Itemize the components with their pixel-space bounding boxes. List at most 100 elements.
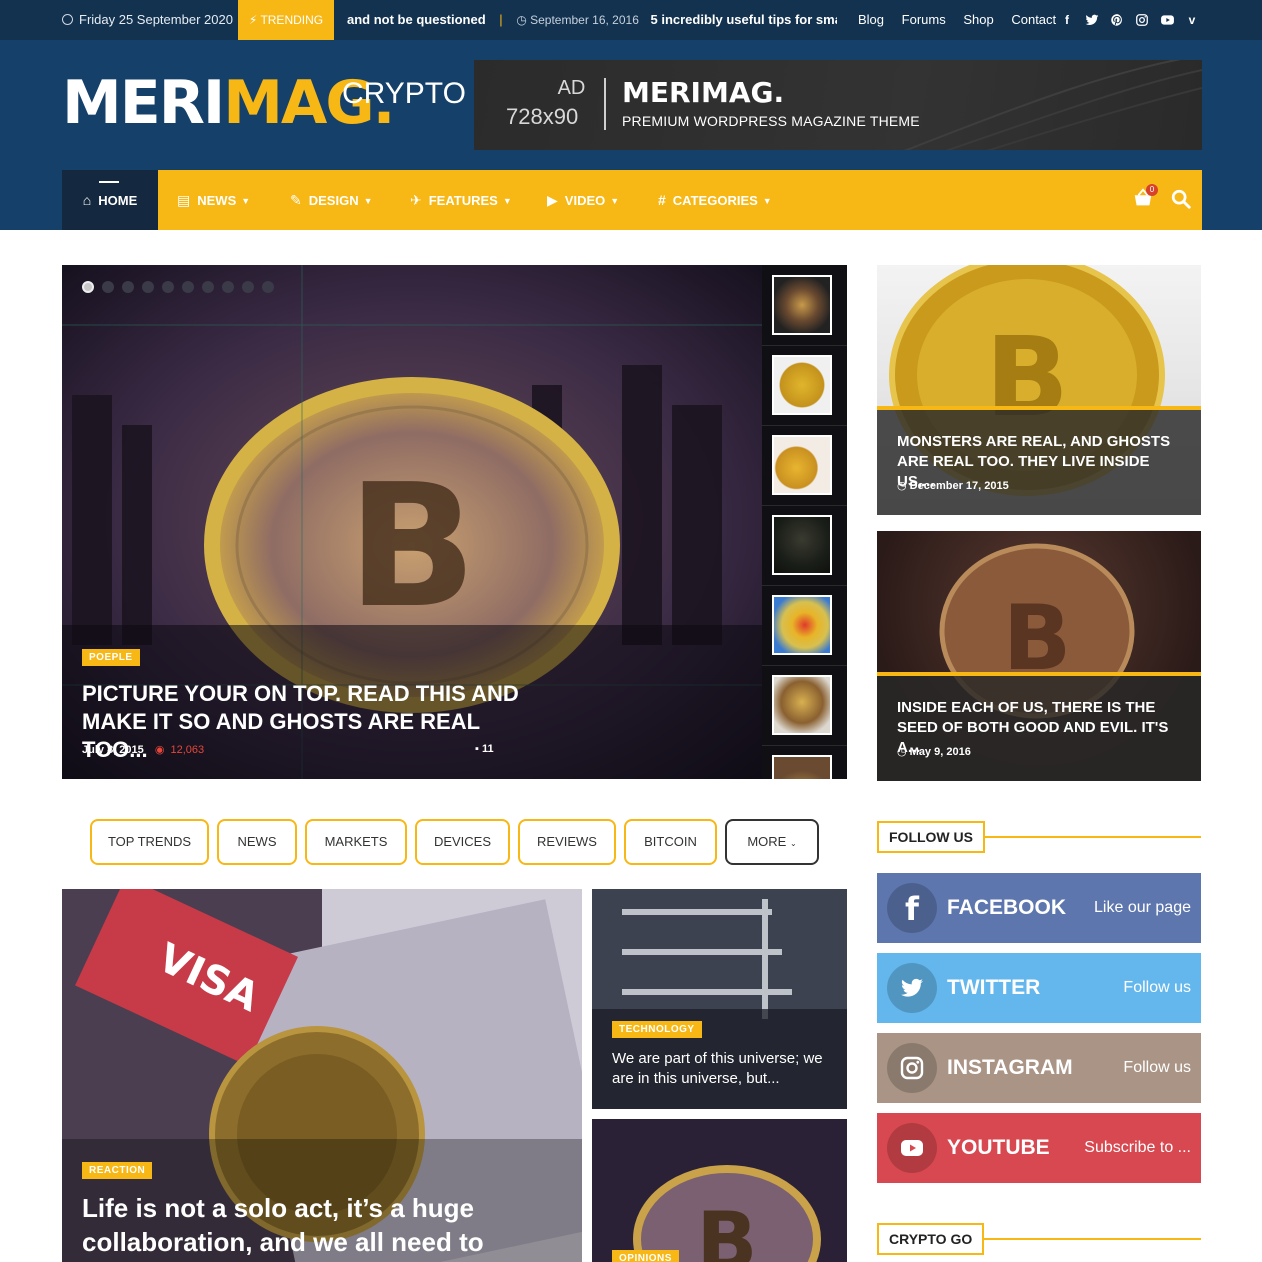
- svg-text:B: B: [347, 448, 477, 646]
- ticker-item[interactable]: and not be questioned: [347, 12, 486, 27]
- trending-ticker: and not be questioned | ◷ September 16, …: [347, 0, 837, 40]
- nav-home[interactable]: ⌂ Home: [62, 170, 158, 230]
- site-logo[interactable]: MERIMAG. CRYPTO: [62, 73, 466, 133]
- social-youtube[interactable]: Youtube Subscribe to ...: [877, 1113, 1201, 1183]
- cart-button[interactable]: 0: [1132, 184, 1158, 209]
- eye-icon: ◉: [154, 744, 165, 756]
- slide-thumbnail[interactable]: [772, 515, 832, 575]
- trending-badge: ⚡ Trending: [238, 0, 334, 40]
- youtube-icon[interactable]: [1160, 13, 1174, 27]
- twitter-icon: [901, 978, 923, 997]
- instagram-icon: [900, 1056, 924, 1080]
- ad-background-curves: [904, 60, 1202, 150]
- slider-dot[interactable]: [202, 281, 214, 293]
- clock-icon: [62, 14, 73, 25]
- chevron-down-icon: ▼: [762, 196, 772, 206]
- top-link-shop[interactable]: Shop: [963, 12, 993, 27]
- home-icon: ⌂: [82, 192, 92, 208]
- facebook-icon[interactable]: f: [1060, 13, 1074, 27]
- chevron-down-icon: ▼: [502, 196, 512, 206]
- filter-reviews[interactable]: Reviews: [518, 819, 616, 865]
- grid-post-small[interactable]: Technology We are part of this universe;…: [592, 889, 847, 1109]
- slider-thumbnails: [762, 265, 847, 779]
- slide-thumbnail[interactable]: [772, 435, 832, 495]
- slide-thumbnail[interactable]: [772, 275, 832, 335]
- clock-icon: ◷: [516, 13, 531, 27]
- widget-title-follow: Follow us: [877, 821, 1201, 853]
- social-facebook[interactable]: f Facebook Like our page: [877, 873, 1201, 943]
- ad-banner[interactable]: AD 728x90 MERIMAG. PREMIUM WORDPRESS MAG…: [474, 60, 1202, 150]
- slider-dot[interactable]: [222, 281, 234, 293]
- top-link-forums[interactable]: Forums: [902, 12, 946, 27]
- slider-dot[interactable]: [182, 281, 194, 293]
- newspaper-icon: ▤: [177, 192, 191, 208]
- svg-text:f: f: [905, 890, 920, 928]
- featured-card[interactable]: B INSIDE EACH OF US, THERE IS THE SEED O…: [877, 531, 1201, 781]
- hero-comments[interactable]: ▪ 11: [475, 743, 494, 755]
- pinterest-icon[interactable]: [1110, 13, 1124, 27]
- post-title[interactable]: We are part of this universe; we are in …: [612, 1049, 827, 1089]
- magic-wand-icon: ✎: [290, 192, 302, 208]
- slider-dot[interactable]: [122, 281, 134, 293]
- chevron-down-icon: ⌄: [789, 839, 797, 848]
- grid-post-small[interactable]: B Opinions: [592, 1119, 847, 1262]
- top-social-icons: f v: [1060, 0, 1199, 40]
- post-caption: Reaction Life is not a solo act, it’s a …: [82, 1160, 562, 1259]
- slider-dot[interactable]: [102, 281, 114, 293]
- bolt-icon: ⚡: [248, 13, 258, 27]
- slider-dot[interactable]: [262, 281, 274, 293]
- post-title[interactable]: Life is not a solo act, it’s a huge coll…: [82, 1191, 562, 1259]
- social-instagram[interactable]: Instagram Follow us: [877, 1033, 1201, 1103]
- nav-features[interactable]: ✈ Features ▼: [410, 170, 512, 230]
- slider-dots: [82, 281, 274, 293]
- slide-thumbnail[interactable]: [772, 755, 832, 779]
- comment-icon: ▪: [475, 743, 479, 755]
- nav-video[interactable]: ▶ Video ▼: [547, 170, 619, 230]
- ticker-item[interactable]: 5 incredibly useful tips for small busi: [651, 12, 838, 27]
- filter-more[interactable]: More ⌄: [725, 819, 819, 865]
- top-link-blog[interactable]: Blog: [858, 12, 884, 27]
- slider-dot[interactable]: [162, 281, 174, 293]
- main-nav: ⌂ Home ▤ News ▼ ✎ Design ▼ ✈ Features ▼ ▶ Video ▼…: [62, 170, 1202, 230]
- cart-count-badge: 0: [1146, 184, 1158, 196]
- vimeo-icon[interactable]: v: [1185, 13, 1199, 27]
- filter-markets[interactable]: Markets: [305, 819, 407, 865]
- filter-devices[interactable]: Devices: [415, 819, 510, 865]
- grid-post-large[interactable]: VISA Reaction Life is not a solo act, it…: [62, 889, 582, 1262]
- logo-suffix: CRYPTO: [342, 77, 466, 110]
- top-links: Blog Forums Shop Contact: [858, 0, 1070, 40]
- ad-label: AD: [557, 77, 586, 99]
- filter-news[interactable]: News: [217, 819, 297, 865]
- slider-dot[interactable]: [142, 281, 154, 293]
- current-date: Friday 25 September 2020: [62, 0, 233, 40]
- search-icon: [1171, 189, 1191, 209]
- slider-dot[interactable]: [242, 281, 254, 293]
- top-link-contact[interactable]: Contact: [1011, 12, 1056, 27]
- rocket-icon: ✈: [410, 192, 422, 208]
- slide-thumbnail[interactable]: [772, 675, 832, 735]
- featured-card[interactable]: B MONSTERS ARE REAL, AND GHOSTS ARE REAL…: [877, 265, 1201, 515]
- nav-categories[interactable]: # Categories ▼: [658, 170, 772, 230]
- post-category-tag[interactable]: Technology: [612, 1021, 702, 1038]
- hero-category-tag[interactable]: Poeple: [82, 649, 140, 666]
- nav-design[interactable]: ✎ Design ▼: [290, 170, 373, 230]
- search-button[interactable]: [1170, 188, 1192, 210]
- social-twitter[interactable]: Twitter Follow us: [877, 953, 1201, 1023]
- youtube-icon: [901, 1140, 923, 1156]
- slider-dot[interactable]: [82, 281, 94, 293]
- nav-news[interactable]: ▤ News ▼: [177, 170, 250, 230]
- svg-text:B: B: [697, 1195, 758, 1262]
- twitter-icon[interactable]: [1085, 13, 1099, 27]
- slide-thumbnail[interactable]: [772, 595, 832, 655]
- ad-size: 728x90: [506, 104, 579, 129]
- filter-top-trends[interactable]: Top Trends: [90, 819, 209, 865]
- hero-slider[interactable]: B Poeple PICTURE YOUR ON TOP. READ THIS …: [62, 265, 847, 779]
- post-image: B: [592, 1119, 847, 1262]
- post-category-tag[interactable]: Reaction: [82, 1162, 153, 1179]
- post-category-tag[interactable]: Opinions: [612, 1250, 679, 1262]
- instagram-icon[interactable]: [1135, 13, 1149, 27]
- facebook-icon: f: [905, 890, 920, 928]
- slide-thumbnail[interactable]: [772, 355, 832, 415]
- filter-bitcoin[interactable]: Bitcoin: [624, 819, 717, 865]
- clock-icon: ◷: [897, 746, 910, 758]
